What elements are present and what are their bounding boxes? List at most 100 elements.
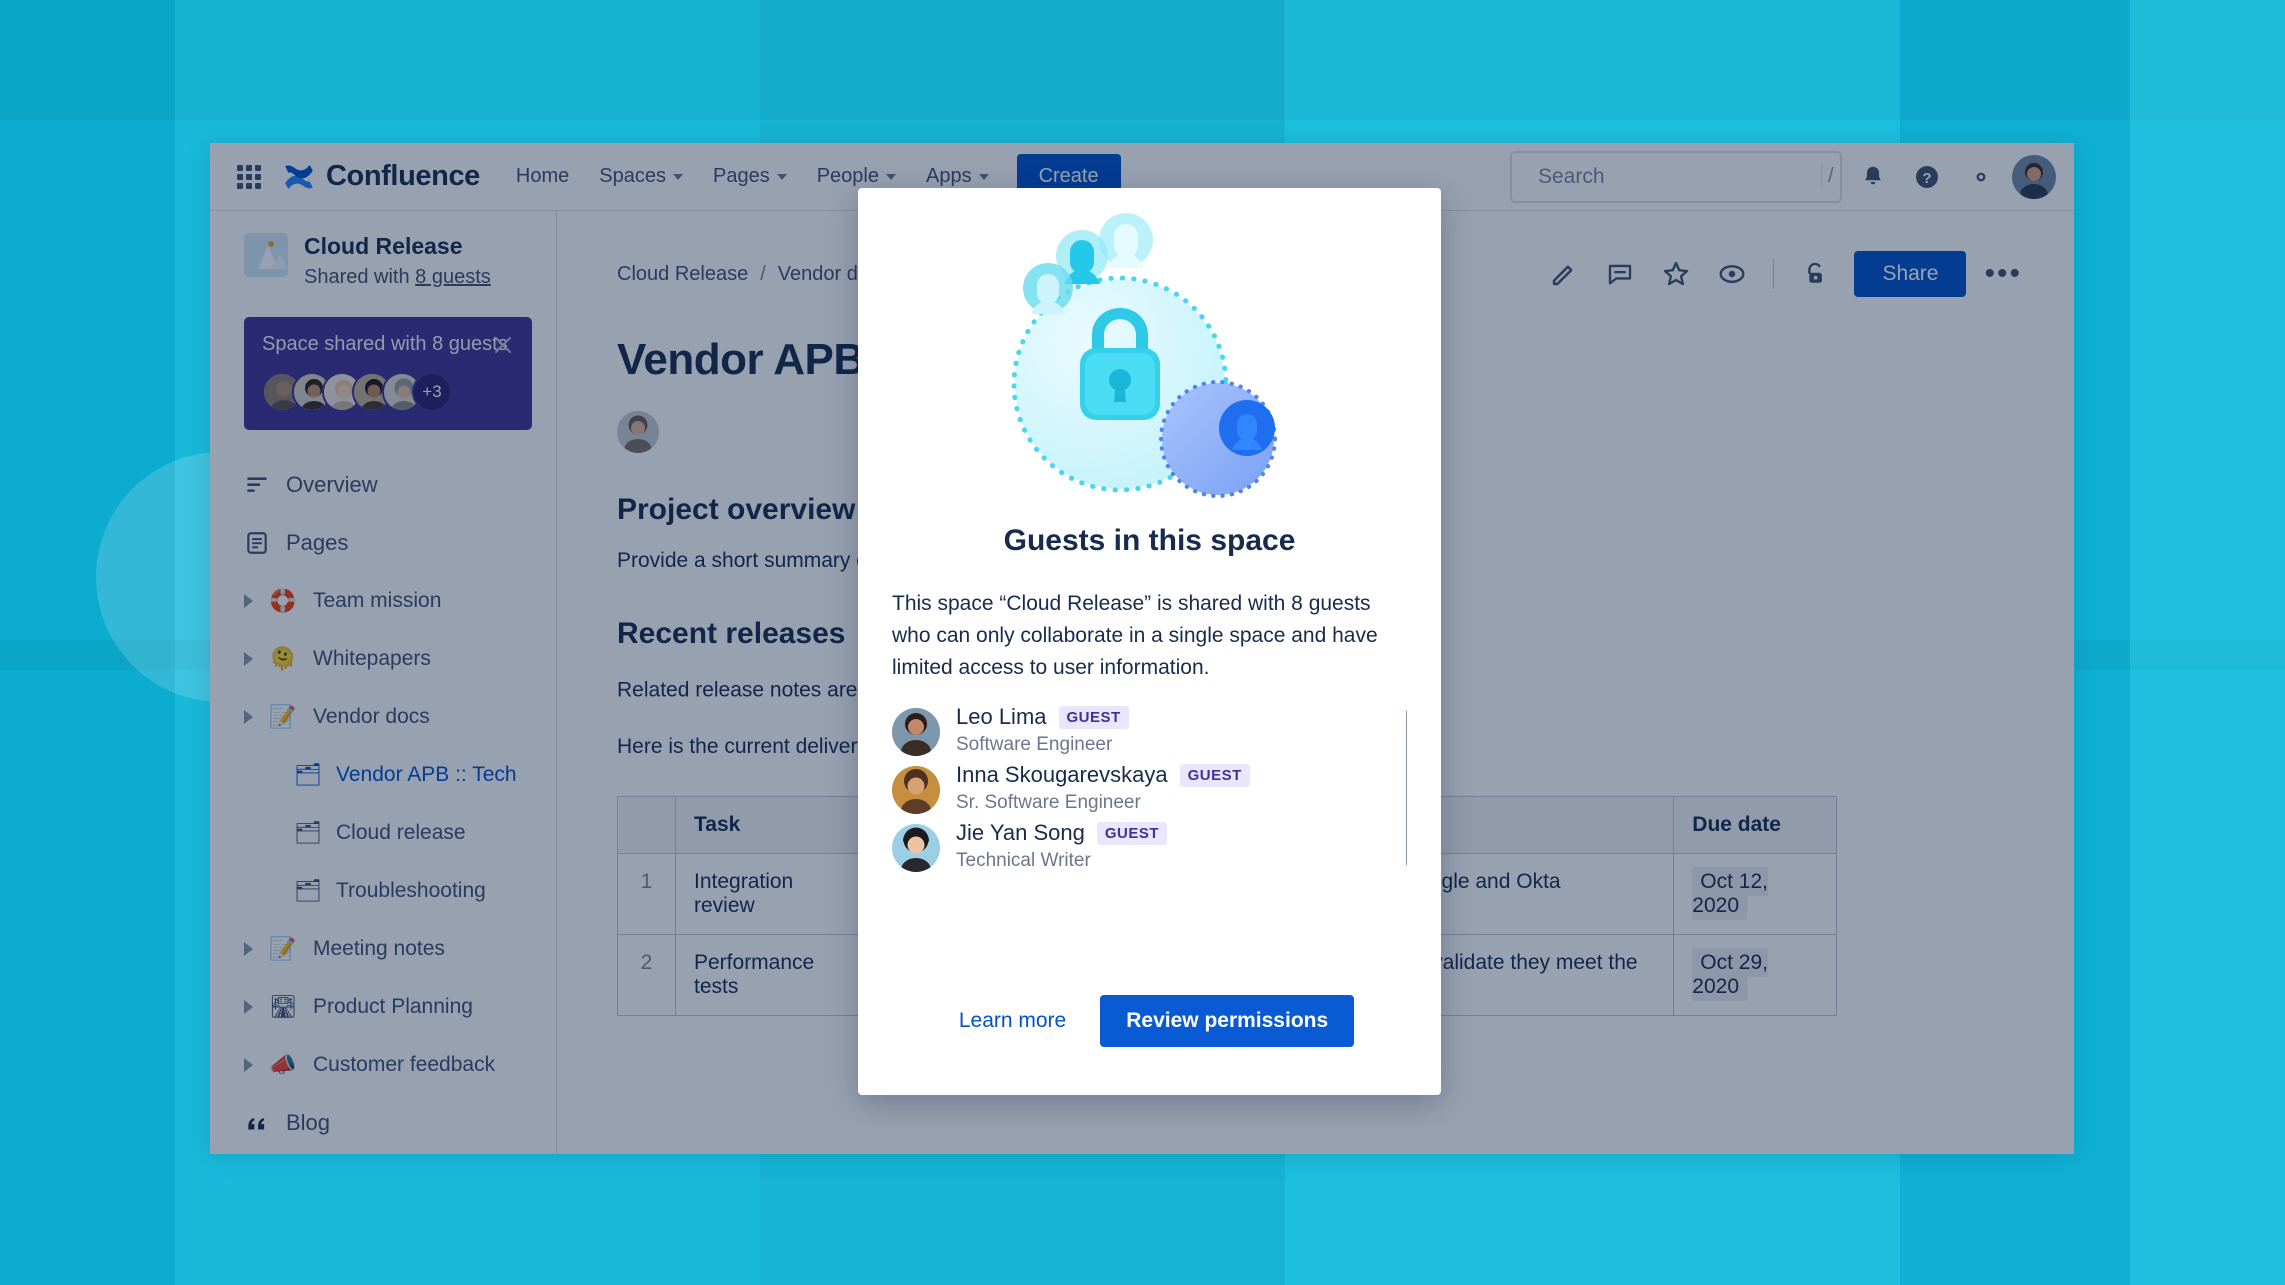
nav-item-apps-label: Apps xyxy=(925,165,972,187)
breadcrumb-separator: / xyxy=(760,262,766,285)
sidebar-item-cloud-release[interactable]: 🗂 Cloud release xyxy=(210,804,556,862)
space-nav-list: Overview Pages 🛟 Team mission 🫠 Whitepap… xyxy=(210,456,556,1152)
guests-in-this-space-modal: Guests in this space This space “Cloud R… xyxy=(858,188,1441,1095)
modal-description: This space “Cloud Release” is shared wit… xyxy=(892,592,1378,680)
table-col-index xyxy=(617,796,676,854)
chevron-right-icon[interactable] xyxy=(244,1057,253,1072)
table-col-due-date: Due date xyxy=(1673,796,1837,854)
guest-avatar-group[interactable]: +3 xyxy=(262,371,514,412)
chevron-right-icon[interactable] xyxy=(244,709,253,724)
sidebar-item-whitepapers[interactable]: 🫠 Whitepapers xyxy=(210,630,556,688)
guest-name-row: Inna Skougarevskaya GUEST xyxy=(956,762,1250,788)
table-col-task: Task xyxy=(675,796,877,854)
sidebar-item-label: Meeting notes xyxy=(313,936,445,960)
guest-list-scrollbar[interactable] xyxy=(1406,708,1407,869)
chevron-down-icon xyxy=(672,173,683,180)
modal-footer: Learn more Review permissions xyxy=(858,995,1441,1095)
close-icon[interactable] xyxy=(488,330,518,360)
guests-lock-illustration xyxy=(858,188,1441,518)
settings-gear-icon[interactable] xyxy=(1958,154,2004,200)
avatar[interactable] xyxy=(617,411,659,453)
chevron-down-icon xyxy=(978,173,989,180)
chevron-down-icon xyxy=(776,173,787,180)
sidebar-item-label: Vendor APB :: Tech xyxy=(336,762,517,786)
space-header[interactable]: Cloud Release Shared with 8 guests xyxy=(210,233,556,289)
breadcrumb-item-space[interactable]: Cloud Release xyxy=(617,263,748,286)
sidebar-item-blog[interactable]: Blog xyxy=(210,1094,556,1152)
chevron-right-icon[interactable] xyxy=(244,999,253,1014)
list-item[interactable]: Inna Skougarevskaya GUEST Sr. Software E… xyxy=(892,762,1407,815)
review-permissions-button[interactable]: Review permissions xyxy=(1100,995,1355,1047)
due-date-chip: Oct 12, 2020 xyxy=(1692,867,1768,920)
sidebar-item-vendor-docs[interactable]: 📝 Vendor docs xyxy=(210,688,556,746)
confluence-brand[interactable]: Confluence xyxy=(282,160,480,194)
guest-role: Software Engineer xyxy=(956,734,1113,756)
table-cell-index: 1 xyxy=(617,853,676,935)
chevron-right-icon[interactable] xyxy=(244,941,253,956)
space-shared-prefix: Shared with xyxy=(304,265,416,288)
guest-badge: GUEST xyxy=(1096,821,1168,845)
backdrop-band-top xyxy=(0,0,2285,120)
sidebar-item-product-planning[interactable]: 🛣 Product Planning xyxy=(210,978,556,1036)
guest-badge: GUEST xyxy=(1058,705,1129,729)
table-cell-index: 2 xyxy=(617,934,676,1016)
star-icon[interactable] xyxy=(1653,251,1699,297)
guest-role: Sr. Software Engineer xyxy=(956,792,1141,814)
sidebar-item-label: Overview xyxy=(286,471,378,497)
search-box[interactable]: / xyxy=(1510,150,1842,203)
nav-item-home[interactable]: Home xyxy=(502,156,583,197)
nav-item-pages[interactable]: Pages xyxy=(699,156,801,197)
space-shared-with: Shared with 8 guests xyxy=(304,266,491,289)
sidebar-item-vendor-apb-tech[interactable]: 🗂 Vendor APB :: Tech xyxy=(210,746,556,804)
sidebar-item-overview[interactable]: Overview xyxy=(210,456,556,514)
guest-name: Jie Yan Song xyxy=(956,820,1085,846)
more-actions-button[interactable]: ••• xyxy=(1976,257,2030,291)
avatar xyxy=(892,708,940,757)
sidebar-item-team-mission[interactable]: 🛟 Team mission xyxy=(210,572,556,630)
sidebar-item-label: Whitepapers xyxy=(313,646,431,670)
watch-eye-icon[interactable] xyxy=(1709,251,1755,297)
card-index-dividers-icon: 🗂 xyxy=(294,819,322,845)
space-guests-link[interactable]: 8 guests xyxy=(415,266,491,288)
profile-avatar[interactable] xyxy=(2012,154,2056,199)
modal-title: Guests in this space xyxy=(1003,524,1296,557)
table-cell-task: Performance tests xyxy=(675,934,877,1016)
edit-pencil-icon[interactable] xyxy=(1541,251,1587,297)
restrictions-lock-icon[interactable] xyxy=(1792,251,1838,297)
avatar xyxy=(892,766,940,815)
list-item[interactable]: Leo Lima GUEST Software Engineer xyxy=(892,704,1407,757)
motorway-icon: 🛣 xyxy=(269,993,297,1019)
sidebar-item-customer-feedback[interactable]: 📣 Customer feedback xyxy=(210,1036,556,1094)
guest-list[interactable]: Leo Lima GUEST Software Engineer Inna Sk… xyxy=(892,704,1407,878)
guest-name-row: Jie Yan Song GUEST xyxy=(956,820,1168,846)
learn-more-button[interactable]: Learn more xyxy=(945,997,1080,1045)
list-item[interactable]: Jie Yan Song GUEST Technical Writer xyxy=(892,820,1407,873)
sidebar-item-pages[interactable]: Pages xyxy=(210,514,556,572)
guest-name: Leo Lima xyxy=(956,704,1047,730)
avatar-overflow-count[interactable]: +3 xyxy=(412,371,452,412)
notebook-pencil-icon: 📝 xyxy=(269,703,297,729)
guest-badge: GUEST xyxy=(1179,763,1250,787)
table-cell-task: Integration review xyxy=(675,853,877,935)
quote-icon xyxy=(248,1117,265,1130)
grid-apps-icon[interactable] xyxy=(232,160,266,194)
mountain-space-avatar xyxy=(244,233,288,277)
sidebar-item-troubleshooting[interactable]: 🗂 Troubleshooting xyxy=(210,862,556,920)
brand-name: Confluence xyxy=(326,160,480,192)
nav-item-spaces[interactable]: Spaces xyxy=(585,156,697,197)
nav-item-home-label: Home xyxy=(515,165,570,187)
overview-lines-icon xyxy=(247,477,267,492)
share-button[interactable]: Share xyxy=(1854,251,1967,297)
search-input[interactable] xyxy=(1538,164,1809,189)
sidebar-item-meeting-notes[interactable]: 📝 Meeting notes xyxy=(210,920,556,978)
chevron-right-icon[interactable] xyxy=(244,593,253,608)
guest-name: Inna Skougarevskaya xyxy=(956,762,1168,788)
sidebar-item-label: Customer feedback xyxy=(313,1052,496,1076)
comment-icon[interactable] xyxy=(1597,251,1643,297)
help-question-icon[interactable]: ? xyxy=(1904,154,1950,200)
notifications-bell-icon[interactable] xyxy=(1850,154,1896,200)
chevron-right-icon[interactable] xyxy=(244,651,253,666)
svg-text:?: ? xyxy=(1922,169,1931,186)
megaphone-icon: 📣 xyxy=(269,1051,297,1077)
space-title: Cloud Release xyxy=(304,233,463,259)
